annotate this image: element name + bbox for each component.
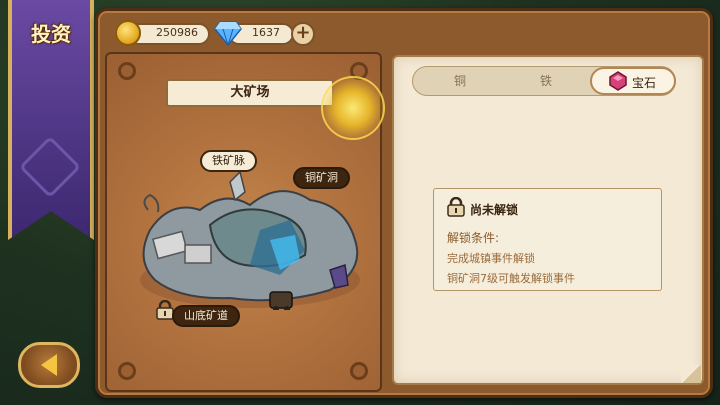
mine-illustration: [140, 170, 360, 310]
lock-status-title: 尚未解锁: [470, 203, 519, 217]
gem-tab-icon: [609, 71, 627, 91]
unlock-condition-heading: 解锁条件:: [447, 231, 500, 245]
unlock-condition-item: 铜矿洞7级可触发解锁事件: [447, 272, 575, 285]
banner-title: 投资: [31, 22, 71, 46]
frame-corner-ornament-icon: [118, 362, 136, 380]
frame-corner-ornament-icon: [350, 362, 368, 380]
gold-value: 250986: [156, 26, 198, 39]
tab-gem-label: 宝石: [632, 76, 657, 90]
add-gems-button[interactable]: +: [291, 22, 315, 46]
lock-icon: [447, 197, 465, 217]
frame-corner-ornament-icon: [118, 62, 136, 80]
gold-coin-icon: [115, 20, 141, 46]
iron-vein-label[interactable]: 铁矿脉: [200, 150, 257, 172]
back-button[interactable]: [18, 342, 80, 388]
tab-copper[interactable]: 铜: [430, 72, 490, 89]
diamond-icon: [214, 21, 242, 46]
copper-cave-label[interactable]: 铜矿洞: [293, 167, 350, 189]
mine-title: 大矿场: [166, 79, 334, 107]
unlock-condition-item: 完成城镇事件解锁: [447, 252, 535, 265]
back-arrow-icon: [41, 354, 57, 376]
mountain-tunnel-label[interactable]: 山底矿道: [172, 305, 240, 327]
page-curl-corner: [681, 365, 701, 383]
tab-iron[interactable]: 铁: [516, 72, 576, 89]
glowing-upgrade-button[interactable]: [321, 76, 385, 140]
gem-value: 1637: [252, 26, 280, 39]
